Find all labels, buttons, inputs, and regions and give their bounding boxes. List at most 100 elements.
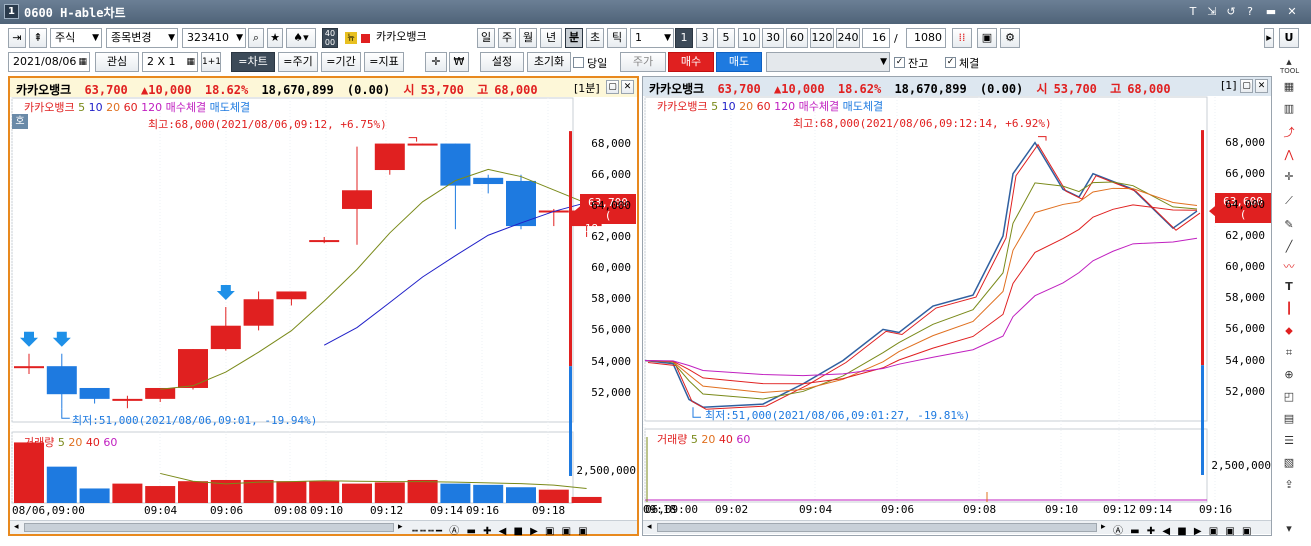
left-candle xyxy=(112,398,143,401)
account-select[interactable]: ▼ xyxy=(766,52,890,72)
list-icon[interactable]: ☰ xyxy=(1280,432,1298,450)
order-price-button[interactable]: 주가 xyxy=(620,52,666,72)
order-book-icon[interactable]: 40 00 xyxy=(322,28,338,48)
date-input[interactable]: 2021/08/06 ▦ xyxy=(8,52,90,72)
minimize-icon[interactable]: ▬ xyxy=(1263,4,1279,20)
ruler-icon[interactable]: ⌗ xyxy=(1280,344,1298,362)
interval-3[interactable]: 3 xyxy=(696,28,714,48)
search-icon[interactable]: ⌕ xyxy=(248,28,264,48)
change-select[interactable]: 종목변경 ▼ xyxy=(106,28,178,48)
pencil-icon[interactable]: ✎ xyxy=(1280,216,1298,234)
interval-10[interactable]: 10 xyxy=(738,28,760,48)
expand-right-icon[interactable]: ▸ xyxy=(1264,28,1274,48)
news-icon[interactable]: 뉴 xyxy=(345,32,357,44)
line-tool-icon[interactable]: ⟋ xyxy=(1280,192,1298,210)
help-icon[interactable]: ? xyxy=(1242,4,1258,20)
won-icon[interactable]: ₩ xyxy=(449,52,469,72)
left-scroll-left-icon[interactable]: ◂ xyxy=(14,522,19,532)
watch-button[interactable]: 관심 xyxy=(95,52,139,72)
export-icon[interactable]: ⇪ xyxy=(1280,476,1298,494)
period-minute[interactable]: 분 xyxy=(565,28,583,48)
gear-icon[interactable]: ⚙ xyxy=(1000,28,1020,48)
period-second[interactable]: 초 xyxy=(586,28,604,48)
right-price-range-down xyxy=(1201,365,1204,475)
chart-type-icon[interactable]: ⋀ xyxy=(1280,146,1298,164)
stock-code-input[interactable]: 323410 ▼ xyxy=(182,28,246,48)
buy-button[interactable]: 매수 xyxy=(668,52,714,72)
eraser-icon[interactable]: ◰ xyxy=(1280,388,1298,406)
marker-icon[interactable]: ⬥ xyxy=(1280,322,1298,340)
right-y-tick: 52,000 xyxy=(1225,384,1265,398)
right-scroll-controls[interactable]: Ⓐ ▬ ✚ ◀ ■ ▶ ▣ ▣ ▣ xyxy=(1113,522,1253,537)
bar-chart-icon[interactable]: ▥ xyxy=(1280,100,1298,118)
scroll-down-icon[interactable]: ▾ xyxy=(1280,520,1298,538)
period-week[interactable]: 주 xyxy=(498,28,516,48)
period-tick[interactable]: 틱 xyxy=(607,28,627,48)
left-quote-badge[interactable]: 호 xyxy=(12,114,28,129)
settings-button[interactable]: 설정 xyxy=(480,52,524,72)
cycle-button[interactable]: =주기 xyxy=(278,52,318,72)
left-scroll-thumb[interactable] xyxy=(24,523,394,532)
tool-icon[interactable]: ▲ TOOL xyxy=(1280,58,1299,76)
count-input-b[interactable]: 1080 xyxy=(906,28,946,48)
interval-120[interactable]: 120 xyxy=(810,28,834,48)
left-volume-bar xyxy=(112,483,143,503)
cross-tool-icon[interactable]: ✛ xyxy=(1280,168,1298,186)
fill-checkbox[interactable]: ✓ xyxy=(945,57,956,68)
interval-240[interactable]: 240 xyxy=(836,28,860,48)
dock-left-icon[interactable]: ⇥ xyxy=(8,28,26,48)
interval-30[interactable]: 30 xyxy=(762,28,784,48)
wave-icon[interactable]: 〰 xyxy=(1280,258,1298,276)
refresh-icon[interactable]: ↺ xyxy=(1223,4,1239,20)
split-icon[interactable]: ⁞⁞ xyxy=(952,28,972,48)
right-scroll-left-icon[interactable]: ◂ xyxy=(647,522,652,532)
period-month[interactable]: 월 xyxy=(519,28,537,48)
link-icon[interactable]: ⇲ xyxy=(1204,4,1220,20)
right-scrollbar[interactable]: ◂ ▸ Ⓐ ▬ ✚ ◀ ■ ▶ ▣ ▣ ▣ xyxy=(643,520,1271,537)
stock-name-label: 카카오뱅크 xyxy=(372,28,472,48)
index-button[interactable]: =지표 xyxy=(364,52,404,72)
crosshair-icon[interactable]: ✛ xyxy=(425,52,447,72)
layout-button[interactable]: 1+1 xyxy=(201,52,221,72)
save-icon[interactable]: ▣ xyxy=(977,28,997,48)
left-low-annotation: 최저:51,000(2021/08/06,09:01, -19.94%) xyxy=(72,414,318,427)
flag-icon xyxy=(361,34,370,43)
period-button[interactable]: =기간 xyxy=(321,52,361,72)
grid-select[interactable]: 2 X 1 ▦ xyxy=(142,52,198,72)
sell-button[interactable]: 매도 xyxy=(716,52,762,72)
user-button[interactable]: U xyxy=(1279,28,1299,48)
balance-label: 잔고 xyxy=(908,57,929,70)
candle-icon[interactable]: ┃ xyxy=(1280,300,1298,318)
period-year[interactable]: 년 xyxy=(540,28,562,48)
left-chart[interactable] xyxy=(10,78,637,534)
today-checkbox[interactable] xyxy=(573,57,584,68)
interval-1[interactable]: 1 xyxy=(675,28,693,48)
indicator-icon[interactable]: ▦ xyxy=(1280,78,1298,96)
reset-button[interactable]: 초기화 xyxy=(527,52,571,72)
period-day[interactable]: 일 xyxy=(477,28,495,48)
text-tool-icon[interactable]: T xyxy=(1280,278,1298,296)
left-scroll-right-icon[interactable]: ▸ xyxy=(398,522,403,532)
right-scroll-thumb[interactable] xyxy=(657,523,1097,532)
left-scroll-controls[interactable]: ┅┅┅━ Ⓐ ▬ ✚ ◀ ■ ▶ ▣ ▣ ▣ xyxy=(412,522,590,537)
market-select[interactable]: 주식 ▼ xyxy=(50,28,102,48)
count-input-a[interactable]: 16 xyxy=(862,28,890,48)
left-scrollbar[interactable]: ◂ ▸ ┅┅┅━ Ⓐ ▬ ✚ ◀ ■ ▶ ▣ ▣ ▣ xyxy=(10,520,637,537)
balance-checkbox[interactable]: ✓ xyxy=(894,57,905,68)
period-value-select[interactable]: 1 ▼ xyxy=(630,28,674,48)
magnifier-icon[interactable]: ⊕ xyxy=(1280,366,1298,384)
right-chart[interactable] xyxy=(643,77,1271,535)
right-scroll-right-icon[interactable]: ▸ xyxy=(1101,522,1106,532)
interval-60[interactable]: 60 xyxy=(786,28,808,48)
document-icon[interactable]: ▤ xyxy=(1280,410,1298,428)
chart-button[interactable]: =차트 xyxy=(231,52,275,72)
pin-icon[interactable]: ⇞ xyxy=(29,28,47,48)
star-icon[interactable]: ★ xyxy=(267,28,283,48)
interval-5[interactable]: 5 xyxy=(717,28,735,48)
font-icon[interactable]: T xyxy=(1185,4,1201,20)
notes-icon[interactable]: ▧ xyxy=(1280,454,1298,472)
diagonal-line-icon[interactable]: ╱ xyxy=(1280,238,1298,256)
trend-up-icon[interactable]: ⤴ xyxy=(1280,124,1298,142)
close-icon[interactable]: ✕ xyxy=(1284,4,1300,20)
spade-icon[interactable]: ♠▾ xyxy=(286,28,316,48)
